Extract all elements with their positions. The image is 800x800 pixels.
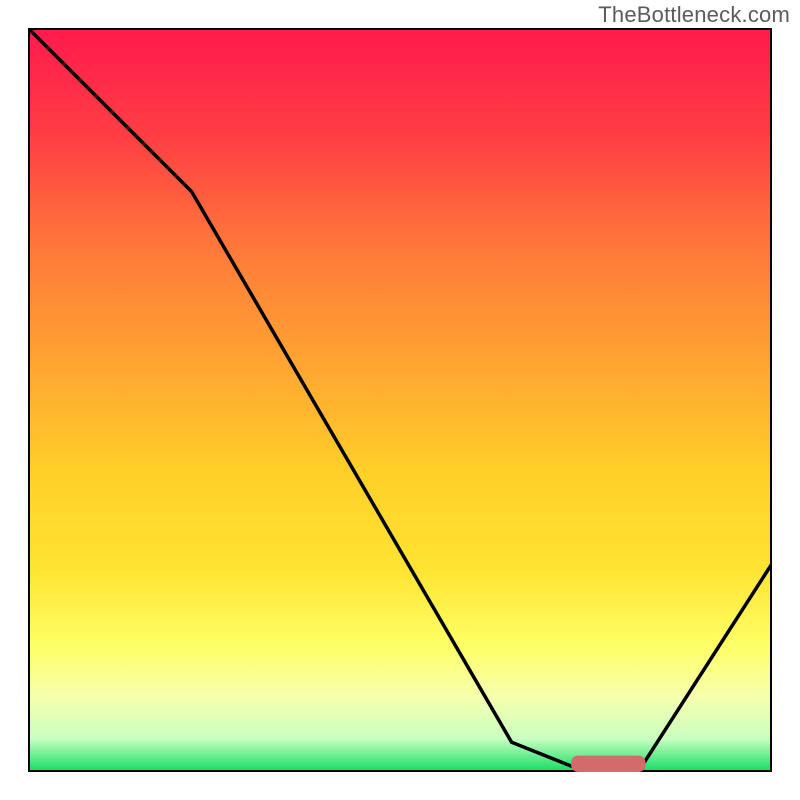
chart-container: TheBottleneck.com bbox=[0, 0, 800, 800]
optimal-range-marker bbox=[571, 756, 645, 772]
plot-area bbox=[28, 28, 772, 772]
watermark-label: TheBottleneck.com bbox=[598, 2, 790, 28]
bottleneck-chart bbox=[28, 28, 772, 772]
